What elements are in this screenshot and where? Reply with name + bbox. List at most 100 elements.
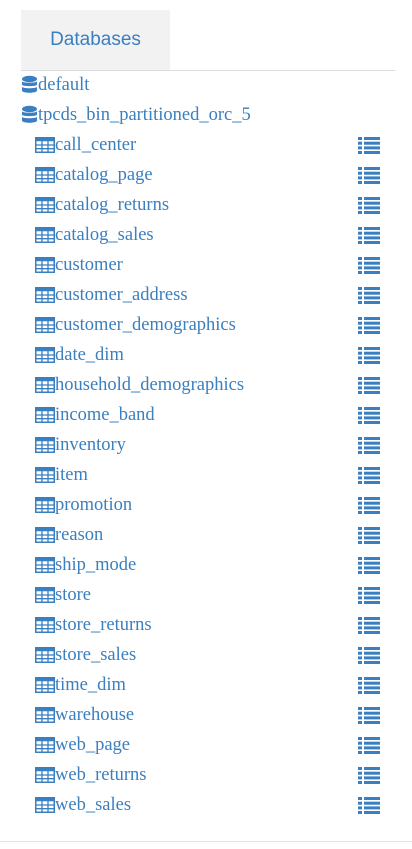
table-icon (35, 197, 55, 213)
table-icon (35, 617, 55, 633)
table-icon (35, 317, 55, 333)
table-name: item (55, 465, 88, 485)
table-item-catalog-page[interactable]: catalog_page (0, 160, 412, 190)
list-icon[interactable] (358, 137, 380, 154)
table-item-income-band[interactable]: income_band (0, 400, 412, 430)
list-icon[interactable] (358, 557, 380, 574)
table-icon (35, 707, 55, 723)
table-name: call_center (55, 135, 137, 155)
list-icon[interactable] (358, 737, 380, 754)
table-icon (35, 497, 55, 513)
table-icon (35, 437, 55, 453)
table-item-reason[interactable]: reason (0, 520, 412, 550)
table-list: call_center catalog_page catalog_returnsca… (0, 130, 412, 820)
table-icon (35, 467, 55, 483)
table-item-catalog-returns[interactable]: catalog_returns (0, 190, 412, 220)
list-icon[interactable] (358, 377, 380, 394)
list-icon[interactable] (358, 287, 380, 304)
table-item-item[interactable]: item (0, 460, 412, 490)
table-item-date-dim[interactable]: date_dim (0, 340, 412, 370)
table-name: customer_demographics (55, 315, 236, 335)
table-icon (35, 677, 55, 693)
table-item-customer[interactable]: customer (0, 250, 412, 280)
list-icon[interactable] (358, 317, 380, 334)
table-icon (35, 377, 55, 393)
table-icon (35, 527, 55, 543)
database-item-default[interactable]: default (0, 70, 412, 100)
list-icon[interactable] (358, 587, 380, 604)
table-icon (35, 167, 55, 183)
table-item-store-sales[interactable]: store_sales (0, 640, 412, 670)
table-name: store (55, 585, 91, 605)
table-item-web-sales[interactable]: web_sales (0, 790, 412, 820)
table-icon (35, 287, 55, 303)
list-icon[interactable] (358, 707, 380, 724)
database-icon (21, 75, 38, 95)
table-name: store_sales (55, 645, 137, 665)
table-item-store-returns[interactable]: store_returns (0, 610, 412, 640)
divider (0, 841, 412, 842)
table-item-household-demographics[interactable]: household_demographics (0, 370, 412, 400)
table-item-customer-demographics[interactable]: customer_demographics (0, 310, 412, 340)
table-name: customer_address (55, 285, 188, 305)
table-name: catalog_sales (55, 225, 154, 245)
table-item-ship-mode[interactable]: ship_mode (0, 550, 412, 580)
list-icon[interactable] (358, 227, 380, 244)
list-icon[interactable] (358, 527, 380, 544)
list-icon[interactable] (358, 407, 380, 424)
list-icon[interactable] (358, 677, 380, 694)
table-icon (35, 587, 55, 603)
table-icon (35, 137, 55, 153)
tab-strip: Databases (21, 10, 395, 71)
table-name: time_dim (55, 675, 126, 695)
table-name: store_returns (55, 615, 152, 635)
table-name: web_page (55, 735, 130, 755)
list-icon[interactable] (358, 617, 380, 634)
table-name: promotion (55, 495, 133, 515)
table-icon (35, 407, 55, 423)
table-icon (35, 257, 55, 273)
table-item-web-returns[interactable]: web_returns (0, 760, 412, 790)
database-item-tpcds[interactable]: tpcds_bin_partitioned_orc_5 (0, 100, 412, 130)
database-name: tpcds_bin_partitioned_orc_5 (38, 105, 251, 125)
table-item-warehouse[interactable]: warehouse (0, 700, 412, 730)
table-icon (35, 647, 55, 663)
table-name: household_demographics (55, 375, 245, 395)
database-name: default (38, 75, 90, 95)
table-item-customer-address[interactable]: customer_address (0, 280, 412, 310)
list-icon[interactable] (358, 767, 380, 784)
table-name: inventory (55, 435, 126, 455)
table-item-inventory[interactable]: inventory (0, 430, 412, 460)
table-name: web_sales (55, 795, 132, 815)
table-item-web-page[interactable]: web_page (0, 730, 412, 760)
table-icon (35, 347, 55, 363)
list-icon[interactable] (358, 197, 380, 214)
table-name: customer (55, 255, 123, 275)
list-icon[interactable] (358, 437, 380, 454)
table-icon (35, 557, 55, 573)
list-icon[interactable] (358, 467, 380, 484)
table-item-time-dim[interactable]: time_dim (0, 670, 412, 700)
table-icon (35, 767, 55, 783)
table-name: warehouse (55, 705, 135, 725)
table-name: reason (55, 525, 104, 545)
table-item-catalog-sales[interactable]: catalog_sales (0, 220, 412, 250)
tab-databases[interactable]: Databases (21, 10, 170, 70)
table-icon (35, 737, 55, 753)
list-icon[interactable] (358, 647, 380, 664)
database-icon (21, 105, 38, 125)
list-icon[interactable] (358, 257, 380, 274)
list-icon[interactable] (358, 497, 380, 514)
table-icon (35, 797, 55, 813)
database-browser-panel: Databases default tpcds_bin_partitioned_… (0, 0, 412, 849)
table-name: catalog_returns (55, 195, 170, 215)
table-item-promotion[interactable]: promotion (0, 490, 412, 520)
list-icon[interactable] (358, 797, 380, 814)
table-name: ship_mode (55, 555, 137, 575)
table-icon (35, 227, 55, 243)
table-item-call-center[interactable]: call_center (0, 130, 412, 160)
table-item-store[interactable]: store (0, 580, 412, 610)
list-icon[interactable] (358, 347, 380, 364)
list-icon[interactable] (358, 167, 380, 184)
table-name: web_returns (55, 765, 147, 785)
